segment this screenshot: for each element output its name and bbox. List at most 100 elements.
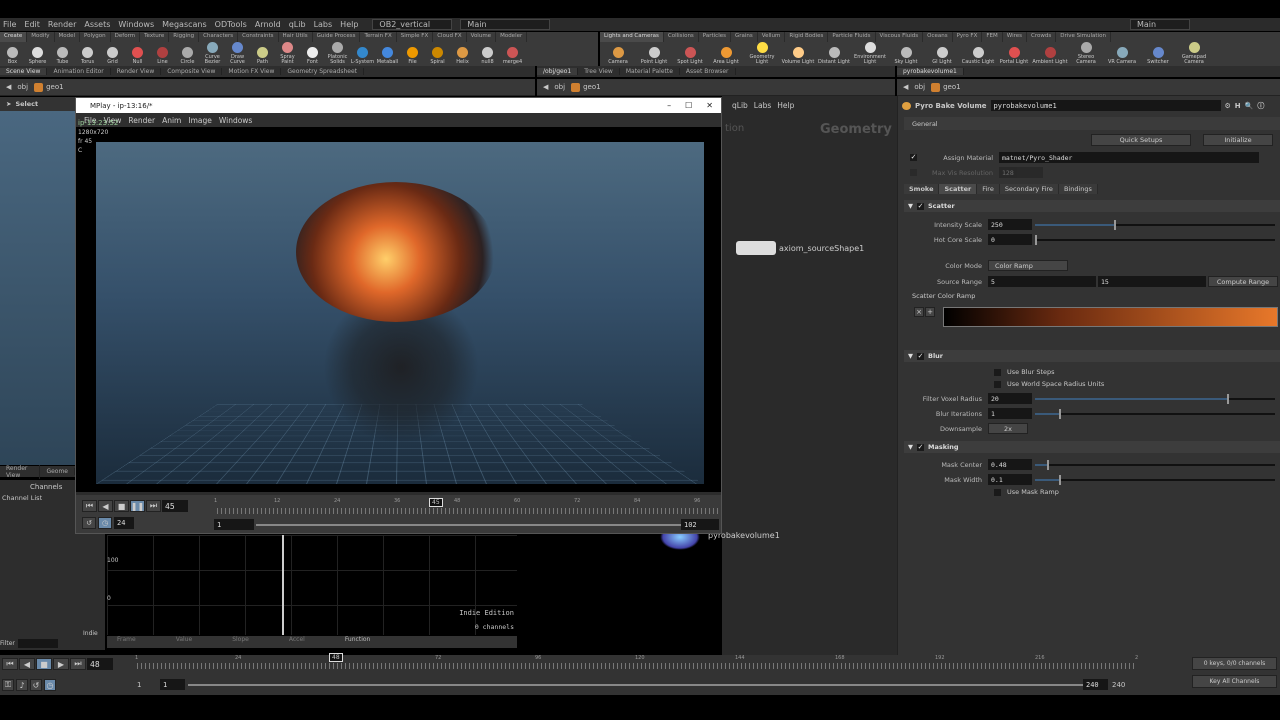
menu-megascans[interactable]: Megascans bbox=[162, 20, 207, 29]
menu-windows[interactable]: Windows bbox=[118, 20, 154, 29]
menu-file[interactable]: File bbox=[3, 20, 16, 29]
shelf-tab-modify[interactable]: Modify bbox=[27, 32, 55, 42]
pane-tab-geometry-spreadsheet[interactable]: Geometry Spreadsheet bbox=[281, 68, 364, 75]
shelf-tool-caustic-light[interactable]: Caustic Light bbox=[960, 47, 996, 65]
context-selector-right[interactable]: Main bbox=[1130, 19, 1190, 30]
main-timeline[interactable]: 1 24 48 72 96 120 144 168 192 216 2 bbox=[135, 655, 1138, 669]
shelf-tool-distant-light[interactable]: Distant Light bbox=[816, 47, 852, 65]
field-value[interactable]: Value bbox=[176, 636, 192, 648]
menu-help[interactable]: Help bbox=[340, 20, 358, 29]
shelf-tab-crowds[interactable]: Crowds bbox=[1027, 32, 1057, 42]
quick-setups-menu[interactable]: Quick Setups bbox=[1091, 134, 1191, 146]
menu-assets[interactable]: Assets bbox=[84, 20, 110, 29]
current-frame-marker[interactable]: 45 bbox=[429, 498, 443, 507]
mplay-menu-windows[interactable]: Windows bbox=[219, 116, 252, 125]
shelf-tool-tube[interactable]: Tube bbox=[50, 47, 75, 65]
shelf-tool-point-light[interactable]: Point Light bbox=[636, 47, 672, 65]
path-obj[interactable]: obj bbox=[914, 83, 925, 91]
downsample-menu[interactable]: 2x bbox=[988, 423, 1028, 434]
shelf-tool-grid[interactable]: Grid bbox=[100, 47, 125, 65]
pane-tab-tree-view[interactable]: Tree View bbox=[578, 68, 620, 75]
shelf-tab-collisions[interactable]: Collisions bbox=[664, 32, 699, 42]
shelf-tab-viscous-fluids[interactable]: Viscous Fluids bbox=[876, 32, 924, 42]
shelf-tab-create[interactable]: Create bbox=[0, 32, 28, 42]
path-geo1[interactable]: geo1 bbox=[931, 82, 961, 92]
mplay-menu-anim[interactable]: Anim bbox=[162, 116, 181, 125]
intensity-scale-slider[interactable] bbox=[1035, 219, 1275, 230]
back-arrow-icon[interactable]: ◀ bbox=[543, 83, 548, 91]
assign-material-checkbox[interactable]: ✓ bbox=[910, 154, 917, 161]
pause-button[interactable]: ❚❚ bbox=[130, 500, 145, 512]
shelf-tab-grains[interactable]: Grains bbox=[731, 32, 758, 42]
param-tab-fire[interactable]: Fire bbox=[977, 184, 1000, 194]
shelf-tool-stereo-camera[interactable]: Stereo Camera bbox=[1068, 42, 1104, 65]
back-arrow-icon[interactable]: ◀ bbox=[6, 83, 11, 91]
shelf-tab-rigging[interactable]: Rigging bbox=[169, 32, 200, 42]
select-tool[interactable]: ➤ Select bbox=[0, 97, 75, 111]
use-mask-ramp-checkbox[interactable] bbox=[994, 488, 1001, 496]
range-start-field[interactable]: 1 bbox=[160, 679, 185, 690]
blur-iterations-slider[interactable] bbox=[1035, 408, 1275, 419]
blur-enable-checkbox[interactable]: ✓ bbox=[917, 352, 924, 360]
shelf-tab-polygon[interactable]: Polygon bbox=[80, 32, 111, 42]
shelf-tab-terrain-fx[interactable]: Terrain FX bbox=[360, 32, 397, 42]
source-range-max[interactable]: 15 bbox=[1098, 276, 1206, 287]
gear-icon[interactable]: ⚙ bbox=[1225, 102, 1231, 110]
back-arrow-icon[interactable]: ◀ bbox=[903, 83, 908, 91]
shelf-tool-portal-light[interactable]: Portal Light bbox=[996, 47, 1032, 65]
shelf-tab-constraints[interactable]: Constraints bbox=[238, 32, 279, 42]
field-function[interactable]: Function bbox=[345, 636, 371, 648]
mplay-menu-render[interactable]: Render bbox=[128, 116, 155, 125]
tab-channels[interactable]: Channels bbox=[30, 483, 62, 491]
shelf-tab-cloud-fx[interactable]: Cloud FX bbox=[433, 32, 467, 42]
maximize-icon[interactable]: ☐ bbox=[685, 101, 692, 110]
shelf-tool-spiral[interactable]: Spiral bbox=[425, 47, 450, 65]
mask-width-input[interactable]: 0.1 bbox=[988, 474, 1032, 485]
shelf-tab-vellum[interactable]: Vellum bbox=[758, 32, 786, 42]
field-accel[interactable]: Accel bbox=[289, 636, 305, 648]
network-editor[interactable]: qLib Labs Help tion Geometry axiom_sourc… bbox=[660, 96, 897, 656]
field-slope[interactable]: Slope bbox=[232, 636, 249, 648]
menu-render[interactable]: Render bbox=[48, 20, 76, 29]
path-obj[interactable]: obj bbox=[17, 83, 28, 91]
node-name-input[interactable]: pyrobakevolume1 bbox=[990, 100, 1221, 111]
shelf-tool-ambient-light[interactable]: Ambient Light bbox=[1032, 47, 1068, 65]
close-icon[interactable]: ✕ bbox=[706, 101, 713, 110]
scatter-section[interactable]: ▼ ✓ Scatter bbox=[904, 200, 1280, 212]
field-frame[interactable]: Frame bbox=[117, 636, 136, 648]
intensity-scale-input[interactable]: 250 bbox=[988, 219, 1032, 230]
render-image[interactable] bbox=[96, 142, 704, 484]
pane-tab-composite-view[interactable]: Composite View bbox=[161, 68, 223, 75]
scatter-enable-checkbox[interactable]: ✓ bbox=[917, 202, 924, 210]
filter-voxel-radius-input[interactable]: 20 bbox=[988, 393, 1032, 404]
param-tab-scatter[interactable]: Scatter bbox=[939, 184, 978, 194]
shelf-tab-texture[interactable]: Texture bbox=[140, 32, 170, 42]
first-frame-button[interactable]: ⏮ bbox=[82, 500, 97, 512]
menu-odtools[interactable]: ODTools bbox=[215, 20, 247, 29]
shelf-tool-platonic-solids[interactable]: Platonic Solids bbox=[325, 42, 350, 65]
context-selector[interactable]: Main bbox=[460, 19, 551, 30]
shelf-tool-environment-light[interactable]: Environment Light bbox=[852, 42, 888, 65]
frame-field[interactable]: 48 bbox=[87, 658, 113, 670]
shelf-tool-null[interactable]: Null bbox=[125, 47, 150, 65]
play-button[interactable]: ▶ bbox=[53, 658, 69, 670]
blur-section[interactable]: ▼ ✓ Blur bbox=[904, 350, 1280, 362]
range-end-field[interactable]: 240 bbox=[1083, 679, 1108, 690]
scatter-color-ramp[interactable] bbox=[943, 307, 1278, 327]
keys-status[interactable]: 0 keys, 0/0 channels bbox=[1192, 657, 1277, 670]
pane-tab-scene-view[interactable]: Scene View bbox=[0, 68, 48, 75]
current-frame-marker[interactable]: 48 bbox=[329, 653, 343, 662]
tab-general[interactable]: General bbox=[904, 117, 1280, 130]
loop-icon[interactable]: ↺ bbox=[82, 517, 96, 529]
max-vis-input[interactable]: 128 bbox=[999, 167, 1043, 178]
help-icon[interactable]: H bbox=[1235, 102, 1241, 110]
shelf-tool-volume-light[interactable]: Volume Light bbox=[780, 47, 816, 65]
hot-core-slider[interactable] bbox=[1035, 234, 1275, 245]
last-frame-button[interactable]: ⏭ bbox=[70, 658, 86, 670]
param-tab-bindings[interactable]: Bindings bbox=[1058, 184, 1098, 194]
pane-tab-pyrobakevolume1[interactable]: pyrobakevolume1 bbox=[897, 68, 964, 75]
shelf-tool-draw-curve[interactable]: Draw Curve bbox=[225, 42, 250, 65]
shelf-tool-sphere[interactable]: Sphere bbox=[25, 47, 50, 65]
pane-tab-animation-editor[interactable]: Animation Editor bbox=[47, 68, 111, 75]
shelf-tool-sky-light[interactable]: Sky Light bbox=[888, 47, 924, 65]
